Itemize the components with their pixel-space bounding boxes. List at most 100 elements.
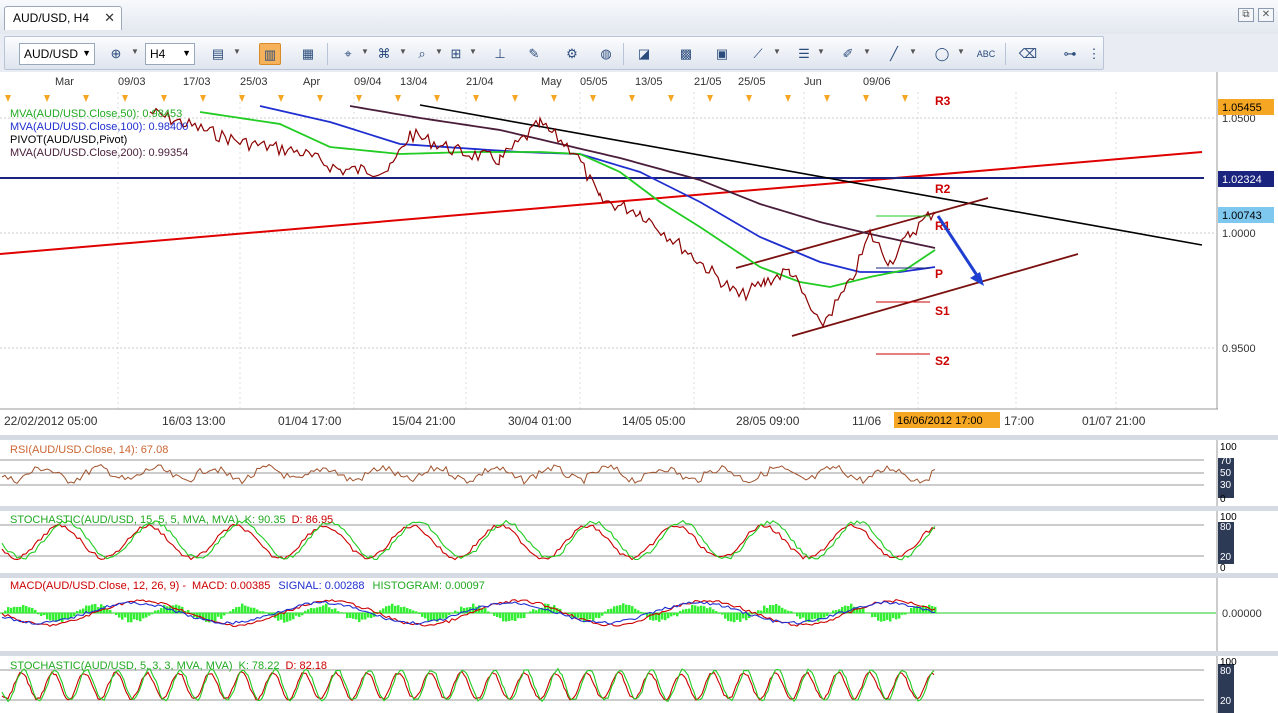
chevron-down-icon[interactable]: ▼ [399, 47, 407, 56]
histogram-bar [631, 606, 634, 613]
chevron-down-icon[interactable]: ▼ [131, 47, 139, 56]
histogram-bar [130, 613, 133, 623]
chart-area[interactable]: Mar 09/03 17/03 25/03 Apr 09/04 13/04 21/04 May 0… [0, 72, 1278, 713]
histogram-bar [403, 606, 406, 613]
ellipse-icon[interactable]: ◯ [931, 43, 953, 65]
histogram-bar [721, 613, 724, 615]
histogram-bar [523, 613, 526, 618]
histogram-bar [319, 606, 322, 613]
rsi-line[interactable] [1, 463, 936, 485]
histogram-bar [823, 613, 826, 618]
chevron-down-icon[interactable]: ▼ [957, 47, 965, 56]
mouse-icon[interactable]: ⌖ [337, 43, 359, 65]
panel-separator[interactable] [0, 435, 1278, 440]
histogram-bar [244, 605, 247, 613]
tree-icon[interactable]: ⊶ [1059, 43, 1081, 65]
toolbar-more-icon[interactable]: ⋮ [1087, 43, 1101, 65]
histogram-bar [358, 613, 361, 623]
rsi-tick: 50 [1220, 468, 1232, 479]
eraser-icon[interactable]: ⌫ [1017, 43, 1039, 65]
settings-icon[interactable]: ⚙ [561, 43, 583, 65]
histogram-bar [34, 610, 37, 613]
globe-icon[interactable]: ◍ [595, 43, 617, 65]
stoch1-k-line[interactable] [1, 519, 936, 561]
histogram-bar [703, 606, 706, 613]
rsi-panel[interactable]: RSI(AUD/USD.Close, 14): 67.08 100 70 50 … [0, 442, 1237, 505]
lines-icon[interactable]: ⟋ [747, 43, 769, 65]
histogram-bar [418, 613, 421, 614]
histogram-bar [37, 613, 40, 615]
zoom-icon[interactable]: ⌕ [411, 43, 433, 65]
image-icon[interactable]: ▩ [675, 43, 697, 65]
histogram-bar [187, 610, 190, 613]
chart-tab[interactable]: AUD/USD, H4 ✕ [4, 6, 122, 30]
abc-icon[interactable]: ABC [975, 43, 997, 65]
histogram-bar [217, 613, 220, 617]
stochastic-panel-1[interactable]: STOCHASTIC(AUD/USD, 15, 5, 5, MVA, MVA) K… [0, 512, 1237, 574]
top-date-label: 05/05 [580, 76, 608, 88]
chevron-down-icon[interactable]: ▼ [817, 47, 825, 56]
histogram-bar [760, 610, 763, 613]
chart-svg[interactable]: Mar 09/03 17/03 25/03 Apr 09/04 13/04 21/04 May 0… [0, 72, 1278, 713]
tool-icon[interactable]: ⊞ [445, 43, 467, 65]
symbol-select[interactable]: AUD/USD ▼ [19, 43, 95, 65]
toolbar-separator [327, 43, 328, 65]
histogram-bar [691, 604, 694, 613]
refresh-icon[interactable]: ✎ [523, 43, 545, 65]
high-price-label: 1.05455 [1222, 102, 1262, 114]
panel-separator[interactable] [0, 651, 1278, 656]
line-icon[interactable]: ╱ [883, 43, 905, 65]
stochastic-panel-2[interactable]: STOCHASTIC(AUD/USD, 5, 3, 3, MVA, MVA) K:… [0, 657, 1237, 713]
close-tab-icon[interactable]: ✕ [104, 10, 115, 26]
histogram-bar [592, 613, 595, 621]
stoch1-d: D: 86.95 [292, 514, 334, 526]
panel-separator[interactable] [0, 573, 1278, 578]
chevron-down-icon[interactable]: ▼ [233, 47, 241, 56]
chevron-down-icon[interactable]: ▼ [435, 47, 443, 56]
link-icon[interactable]: ⊕ [105, 43, 127, 65]
restore-window-icon[interactable]: ⧉ [1238, 8, 1254, 22]
stoch2-tick: 20 [1220, 696, 1232, 707]
close-window-icon[interactable]: ✕ [1258, 8, 1274, 22]
chevron-down-icon[interactable]: ▼ [361, 47, 369, 56]
candle-icon[interactable]: ▦ [297, 43, 319, 65]
histogram-bar [535, 610, 538, 613]
histogram-bar [532, 609, 535, 613]
top-date-label: May [541, 76, 562, 88]
chevron-down-icon[interactable]: ▼ [469, 47, 477, 56]
stoch2-k-line[interactable] [1, 667, 935, 703]
bar-chart-icon[interactable]: ▥ [259, 43, 281, 65]
pen-icon[interactable]: ✐ [837, 43, 859, 65]
top-date-label: Mar [55, 76, 74, 88]
histogram-bar [688, 608, 691, 613]
chevron-down-icon[interactable]: ▼ [909, 47, 917, 56]
stoch1-tick: 20 [1220, 552, 1232, 563]
rsi-label: RSI(AUD/USD.Close, 14): 67.08 [10, 444, 168, 456]
histogram-bar [238, 606, 241, 613]
top-date-label: 21/04 [466, 76, 494, 88]
stoch2-d: D: 82.18 [285, 660, 327, 672]
macd-panel[interactable]: MACD(AUD/USD.Close, 12, 26, 9) - MACD: 0.… [0, 580, 1262, 627]
mouse-cursor-icon[interactable]: ⌘ [373, 43, 395, 65]
top-date-label: 25/05 [738, 76, 766, 88]
list-icon[interactable]: ☰ [793, 43, 815, 65]
histogram-bar [364, 613, 367, 620]
histogram-bar [685, 608, 688, 613]
histogram-bar [784, 609, 787, 613]
rsi-tick: 0 [1220, 494, 1226, 505]
histogram-bar [109, 609, 112, 613]
magic-icon[interactable]: ⊥ [489, 43, 511, 65]
chevron-down-icon[interactable]: ▼ [863, 47, 871, 56]
histogram-bar [616, 605, 619, 613]
chart-icon[interactable]: ▣ [711, 43, 733, 65]
chevron-down-icon[interactable]: ▼ [773, 47, 781, 56]
panel-separator[interactable] [0, 506, 1278, 511]
histogram-bar [757, 610, 760, 613]
timeframe-select[interactable]: H4 ▼ [145, 43, 195, 65]
histogram-bar [76, 611, 79, 613]
histogram-bar [415, 611, 418, 613]
ruler-icon[interactable]: ◪ [633, 43, 655, 65]
macd-histogram[interactable] [4, 603, 937, 623]
chart-type-icon[interactable]: ▤ [207, 43, 229, 65]
stoch1-tick: 80 [1220, 522, 1232, 533]
